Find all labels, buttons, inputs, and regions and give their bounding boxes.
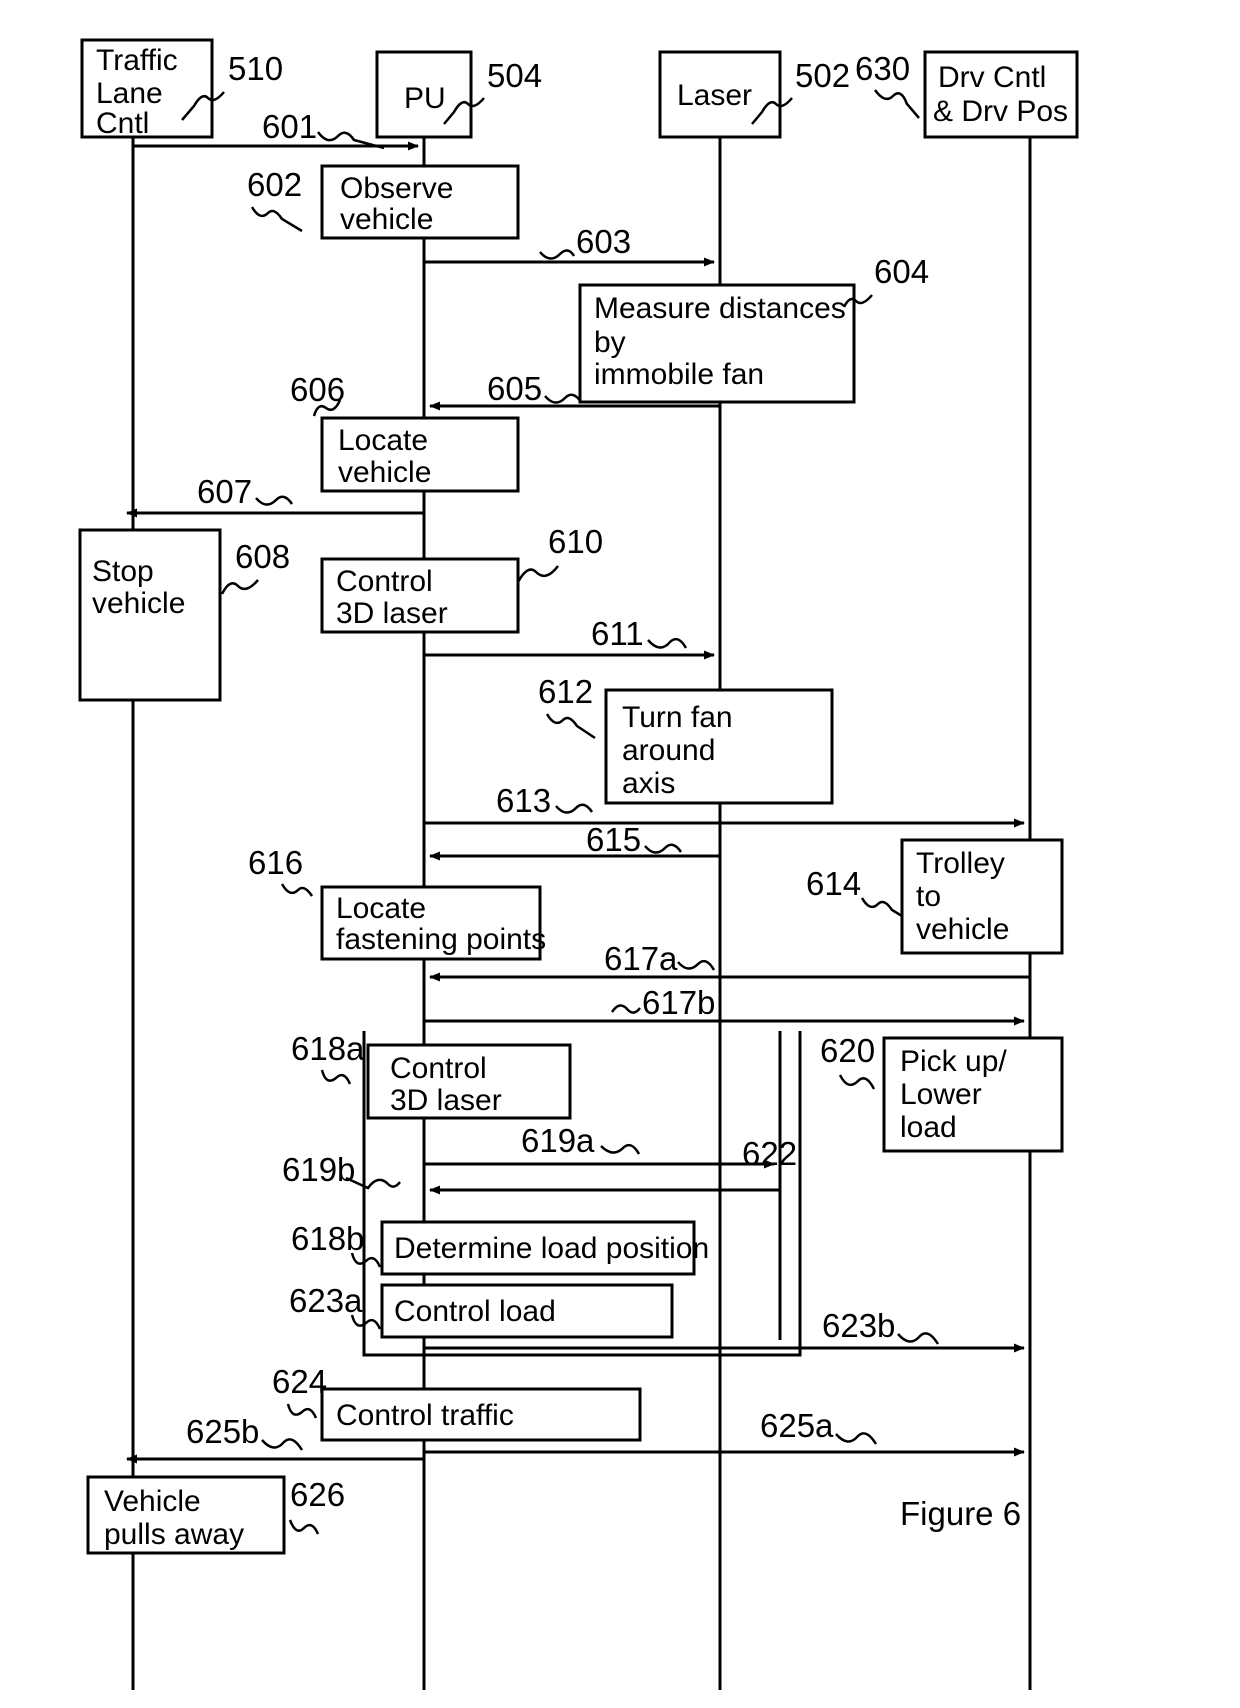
figure-caption: Figure 6 xyxy=(900,1495,1021,1532)
leader-613 xyxy=(555,803,594,814)
ref-616: 616 xyxy=(248,844,303,881)
leader-607 xyxy=(255,495,294,506)
node-laser-label: Laser xyxy=(677,79,752,112)
message-607-label: 607 xyxy=(197,473,252,510)
sequence-diagram: Traffic Lane Cntl 510 PU 504 Laser 502 D… xyxy=(78,38,1079,1690)
ref-610: 610 xyxy=(548,523,603,560)
leader-616 xyxy=(280,883,314,897)
message-611-label: 611 xyxy=(591,615,644,652)
activation-control-3d-laser-1-line1: Control xyxy=(336,565,433,598)
activation-measure-distances-line1: Measure distances xyxy=(594,292,846,325)
leader-617b xyxy=(610,1004,641,1014)
ref-624: 624 xyxy=(272,1363,327,1400)
node-drv-cntl-line2: & Drv Pos xyxy=(933,95,1068,128)
activation-control-3d-laser-1-line2: 3D laser xyxy=(336,597,448,630)
node-traffic-lane-cntl-line2: Lane xyxy=(96,77,163,110)
activation-turn-fan-line1: Turn fan xyxy=(622,701,733,734)
ref-504: 504 xyxy=(487,57,542,94)
node-traffic-lane-cntl-line3: Cntl xyxy=(96,107,149,140)
activation-control-3d-laser-2-line2: 3D laser xyxy=(390,1084,502,1117)
leader-602 xyxy=(250,206,303,233)
ref-510: 510 xyxy=(228,50,283,87)
leader-603 xyxy=(539,249,576,260)
leader-617a xyxy=(677,959,716,971)
ref-620: 620 xyxy=(820,1032,875,1069)
activation-turn-fan-line2: around xyxy=(622,734,715,767)
ref-626: 626 xyxy=(290,1476,345,1513)
ref-618a: 618a xyxy=(291,1030,365,1067)
node-pu-label: PU xyxy=(404,82,446,115)
ref-604: 604 xyxy=(874,253,929,290)
activation-locate-vehicle-line1: Locate xyxy=(338,424,428,457)
leader-614 xyxy=(860,897,903,918)
ref-630: 630 xyxy=(855,50,910,87)
activation-trolley-line2: to xyxy=(916,880,941,913)
ref-618b: 618b xyxy=(291,1220,364,1257)
message-617a-label: 617a xyxy=(604,940,678,977)
message-601-label: 601 xyxy=(262,108,317,145)
activation-stop-vehicle-line2: vehicle xyxy=(92,587,185,620)
leader-612 xyxy=(545,713,596,740)
leader-608 xyxy=(220,579,259,595)
activation-locate-fastening-line2: fastening points xyxy=(336,923,546,956)
leader-611 xyxy=(647,637,688,649)
ref-502: 502 xyxy=(795,57,850,94)
ref-602: 602 xyxy=(247,166,302,203)
message-617b-label: 617b xyxy=(642,984,715,1021)
ref-608: 608 xyxy=(235,538,290,575)
ref-612: 612 xyxy=(538,673,593,710)
message-623b-label: 623b xyxy=(822,1307,895,1344)
leader-615 xyxy=(644,843,683,854)
activation-locate-vehicle-line2: vehicle xyxy=(338,456,431,489)
leader-619a xyxy=(600,1143,641,1155)
activation-vehicle-pulls-away-line2: pulls away xyxy=(104,1518,244,1551)
ref-622: 622 xyxy=(742,1135,797,1172)
activation-determine-load-position-label: Determine load position xyxy=(394,1232,709,1265)
leader-620 xyxy=(838,1074,876,1090)
activation-pick-up-line2: Lower xyxy=(900,1078,982,1111)
activation-control-3d-laser-2-line1: Control xyxy=(390,1052,487,1085)
leader-623b xyxy=(897,1332,940,1345)
message-619b-label: 619b xyxy=(282,1151,355,1188)
message-615-label: 615 xyxy=(586,821,641,858)
leader-626 xyxy=(288,1519,320,1535)
message-625a-label: 625a xyxy=(760,1407,834,1444)
leader-610 xyxy=(516,565,559,583)
activation-observe-vehicle-line1: Observe xyxy=(340,172,453,205)
message-603-label: 603 xyxy=(576,223,631,260)
leader-630 xyxy=(873,89,920,119)
ref-606: 606 xyxy=(290,371,345,408)
figure-page: Traffic Lane Cntl 510 PU 504 Laser 502 D… xyxy=(0,0,1240,1708)
leader-618a xyxy=(320,1069,352,1085)
message-619a-label: 619a xyxy=(521,1122,595,1159)
activation-trolley-line1: Trolley xyxy=(916,847,1005,880)
activation-turn-fan-line3: axis xyxy=(622,767,675,800)
activation-control-load-label: Control load xyxy=(394,1295,556,1328)
activation-measure-distances-line2: by xyxy=(594,326,626,359)
leader-625b xyxy=(261,1438,304,1451)
activation-locate-fastening-line1: Locate xyxy=(336,892,426,925)
leader-605 xyxy=(544,393,583,404)
activation-trolley-line3: vehicle xyxy=(916,913,1009,946)
activation-pick-up-line3: load xyxy=(900,1111,957,1144)
activation-control-traffic-label: Control traffic xyxy=(336,1399,514,1432)
activation-stop-vehicle-line1: Stop xyxy=(92,555,154,588)
activation-vehicle-pulls-away-line1: Vehicle xyxy=(104,1485,201,1518)
ref-614: 614 xyxy=(806,865,861,902)
message-605-label: 605 xyxy=(487,370,542,407)
message-625b-label: 625b xyxy=(186,1413,259,1450)
leader-624 xyxy=(286,1403,318,1419)
node-drv-cntl-line1: Drv Cntl xyxy=(938,61,1046,94)
activation-measure-distances-line3: immobile fan xyxy=(594,358,764,391)
activation-observe-vehicle-line2: vehicle xyxy=(340,203,433,236)
leader-625a xyxy=(835,1432,878,1445)
ref-623a: 623a xyxy=(289,1282,363,1319)
message-613-label: 613 xyxy=(496,782,551,819)
activation-pick-up-line1: Pick up/ xyxy=(900,1045,1007,1078)
node-traffic-lane-cntl-line1: Traffic xyxy=(96,44,178,77)
